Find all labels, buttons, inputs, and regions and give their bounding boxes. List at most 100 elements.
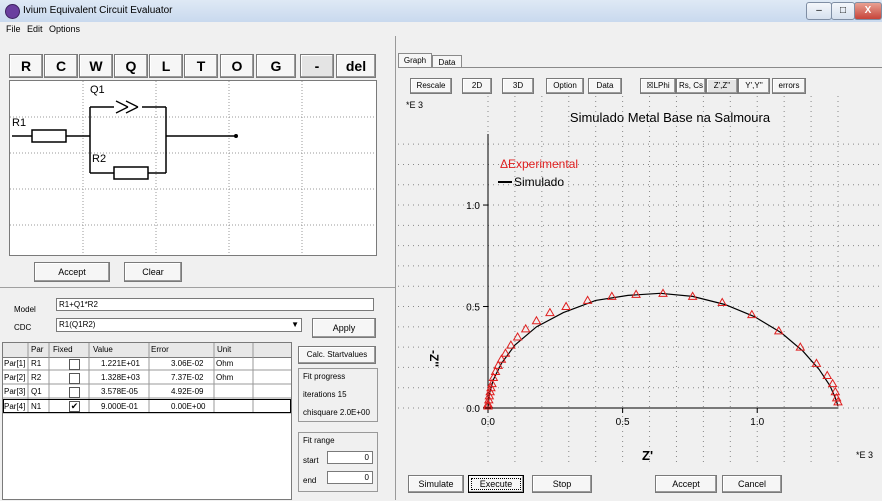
2d-button[interactable]: 2D [462, 78, 492, 94]
end-label: end [303, 476, 317, 485]
component-l-button[interactable]: L [149, 54, 183, 78]
table-row-selected[interactable]: Par[4] N1 9.000E-01 0.00E+00 [3, 399, 291, 413]
circuit-canvas[interactable]: R1 Q1 R2 [9, 80, 377, 256]
end-input[interactable]: 0 [327, 471, 373, 484]
row-value: 1.221E+01 [101, 359, 140, 368]
fit-range-group: Fit range start 0 end 0 [298, 432, 378, 492]
close-button[interactable]: X [854, 2, 882, 20]
series-simulado [487, 292, 839, 409]
row-id: Par[3] [4, 387, 26, 396]
accept-button[interactable]: Accept [655, 475, 717, 493]
chart-ticks: 0.0 0.5 1.0 0.0 0.5 1.0 [466, 201, 765, 428]
y-scale-label: *E 3 [406, 100, 423, 110]
divider [0, 287, 395, 288]
row-id: Par[2] [4, 373, 26, 382]
option-button[interactable]: Option [546, 78, 584, 94]
graph-data-button[interactable]: Data [588, 78, 622, 94]
component-w-button[interactable]: W [79, 54, 113, 78]
stop-button[interactable]: Stop [532, 475, 592, 493]
wire-button[interactable]: - [300, 54, 334, 78]
fit-range-label: Fit range [303, 436, 335, 445]
rs-cs-button[interactable]: Rs, Cs [676, 78, 706, 94]
fixed-checkbox[interactable] [69, 373, 80, 384]
x-tick-label: 0.0 [481, 417, 495, 428]
delete-button[interactable]: del [336, 54, 376, 78]
experimental-point [520, 323, 531, 333]
title-bar: Ivium Equivalent Circuit Evaluator – □ X [0, 0, 882, 23]
fixed-checkbox-checked[interactable]: ✔ [69, 401, 80, 412]
row-value: 1.328E+03 [101, 373, 140, 382]
apply-button[interactable]: Apply [312, 318, 376, 338]
simulate-button[interactable]: Simulate [408, 475, 464, 493]
component-t-button[interactable]: T [184, 54, 218, 78]
tab-graph[interactable]: Graph [398, 53, 432, 68]
experimental-point [631, 289, 641, 298]
simulado-line [487, 292, 839, 409]
legend-marker-triangle: Δ [500, 157, 508, 171]
iterations-text: iterations 15 [303, 390, 347, 399]
z-view-button[interactable]: Z',Z'' [706, 78, 738, 94]
row-error: 7.37E-02 [171, 373, 204, 382]
phi-button[interactable]: ☒LPhi [640, 78, 676, 94]
row-id: Par[1] [4, 359, 26, 368]
label-q1: Q1 [90, 84, 105, 96]
window-title: Ivium Equivalent Circuit Evaluator [23, 5, 173, 16]
clear-circuit-button[interactable]: Clear [124, 262, 182, 282]
experimental-point [531, 315, 542, 325]
row-id: Par[4] [4, 402, 26, 411]
app-icon [5, 4, 20, 19]
x-scale-label: *E 3 [856, 450, 873, 460]
fit-progress-group: Fit progress iterations 15 chisquare 2.0… [298, 368, 378, 422]
chart-title: Simulado Metal Base na Salmoura [570, 110, 771, 125]
row-unit: Ohm [216, 373, 234, 382]
component-g-button[interactable]: G [256, 54, 296, 78]
x-axis-label: Z' [642, 448, 653, 463]
model-field[interactable]: R1+Q1*R2 [56, 298, 374, 311]
x-tick-label: 0.5 [616, 417, 630, 428]
cdc-value: R1(Q1R2) [59, 320, 96, 329]
table-row[interactable]: Par[1] R1 1.221E+01 3.06E-02 Ohm [3, 357, 291, 370]
row-unit: Ohm [216, 359, 234, 368]
chevron-down-icon: ▼ [291, 320, 299, 329]
label-r2: R2 [92, 153, 107, 165]
fixed-checkbox[interactable] [69, 387, 80, 398]
errors-button[interactable]: errors [772, 78, 806, 94]
menu-edit[interactable]: Edit [27, 22, 43, 36]
row-error: 0.00E+00 [171, 402, 206, 411]
legend-simulado: Simulado [514, 175, 564, 189]
cancel-button[interactable]: Cancel [722, 475, 782, 493]
row-error: 4.92E-09 [171, 387, 204, 396]
row-par: N1 [31, 402, 42, 411]
y-tick-label: 0.0 [466, 404, 480, 415]
start-input[interactable]: 0 [327, 451, 373, 464]
component-c-button[interactable]: C [44, 54, 78, 78]
y-axis-label: -Z'' [427, 350, 441, 367]
model-label: Model [14, 305, 36, 314]
maximize-button[interactable]: □ [831, 2, 855, 20]
accept-circuit-button[interactable]: Accept [34, 262, 110, 282]
cdc-select[interactable]: R1(Q1R2) ▼ [56, 318, 302, 332]
3d-button[interactable]: 3D [502, 78, 534, 94]
component-r-button[interactable]: R [9, 54, 43, 78]
fixed-checkbox[interactable] [69, 359, 80, 370]
row-par: R2 [31, 373, 42, 382]
minimize-button[interactable]: – [806, 2, 832, 20]
row-par: R1 [31, 359, 42, 368]
rescale-button[interactable]: Rescale [410, 78, 452, 94]
menu-options[interactable]: Options [49, 22, 80, 36]
chisquare-text: chisquare 2.0E+00 [303, 408, 370, 417]
calc-startvalues-button[interactable]: Calc. Startvalues [298, 346, 376, 364]
label-r1: R1 [12, 117, 27, 129]
execute-button[interactable]: Execute [468, 475, 524, 493]
component-q-button[interactable]: Q [114, 54, 148, 78]
table-row[interactable]: Par[2] R2 1.328E+03 7.37E-02 Ohm [3, 371, 291, 384]
y-tick-label: 0.5 [466, 303, 480, 314]
table-row[interactable]: Par[3] Q1 3.578E-05 4.92E-09 [3, 385, 291, 398]
start-label: start [303, 456, 319, 465]
y-view-button[interactable]: Y',Y'' [738, 78, 770, 94]
experimental-point [545, 307, 555, 317]
chart-legend: Δ Experimental Simulado [498, 157, 578, 189]
menu-file[interactable]: File [6, 22, 21, 36]
legend-experimental: Experimental [508, 157, 578, 171]
component-o-button[interactable]: O [220, 54, 254, 78]
